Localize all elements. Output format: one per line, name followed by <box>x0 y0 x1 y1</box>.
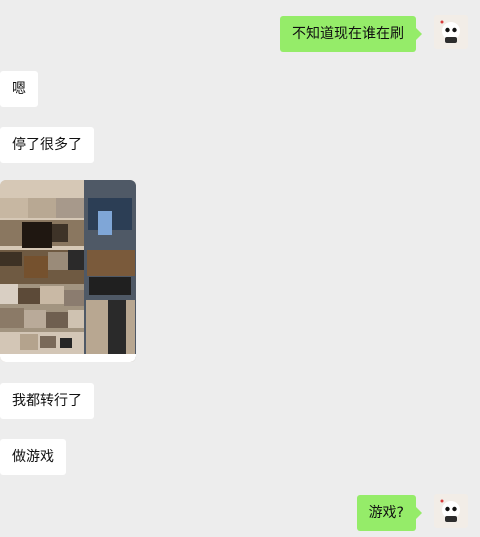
message-incoming: 做游戏 <box>0 439 66 475</box>
message-bubble[interactable]: 嗯 <box>0 71 38 107</box>
message-bubble[interactable]: 停了很多了 <box>0 127 94 163</box>
message-image[interactable] <box>0 180 136 362</box>
photo-icon <box>0 180 136 362</box>
message-outgoing: 游戏? <box>356 495 423 531</box>
message-bubble[interactable]: 做游戏 <box>0 439 66 475</box>
message-outgoing: 不知道现在谁在刷 <box>280 16 422 52</box>
chat-window: 不知道现在谁在刷 嗯 停了很多了 我都转行了 做游戏 游戏? <box>0 0 480 537</box>
avatar[interactable] <box>434 15 468 49</box>
avatar[interactable] <box>434 494 468 528</box>
message-incoming: 嗯 <box>0 71 38 107</box>
message-incoming: 我都转行了 <box>0 383 94 419</box>
avatar-icon <box>434 494 468 528</box>
avatar-icon <box>434 15 468 49</box>
message-bubble[interactable]: 游戏? <box>356 495 423 531</box>
message-incoming: 停了很多了 <box>0 127 94 163</box>
message-bubble[interactable]: 不知道现在谁在刷 <box>280 16 422 52</box>
message-bubble[interactable]: 我都转行了 <box>0 383 94 419</box>
